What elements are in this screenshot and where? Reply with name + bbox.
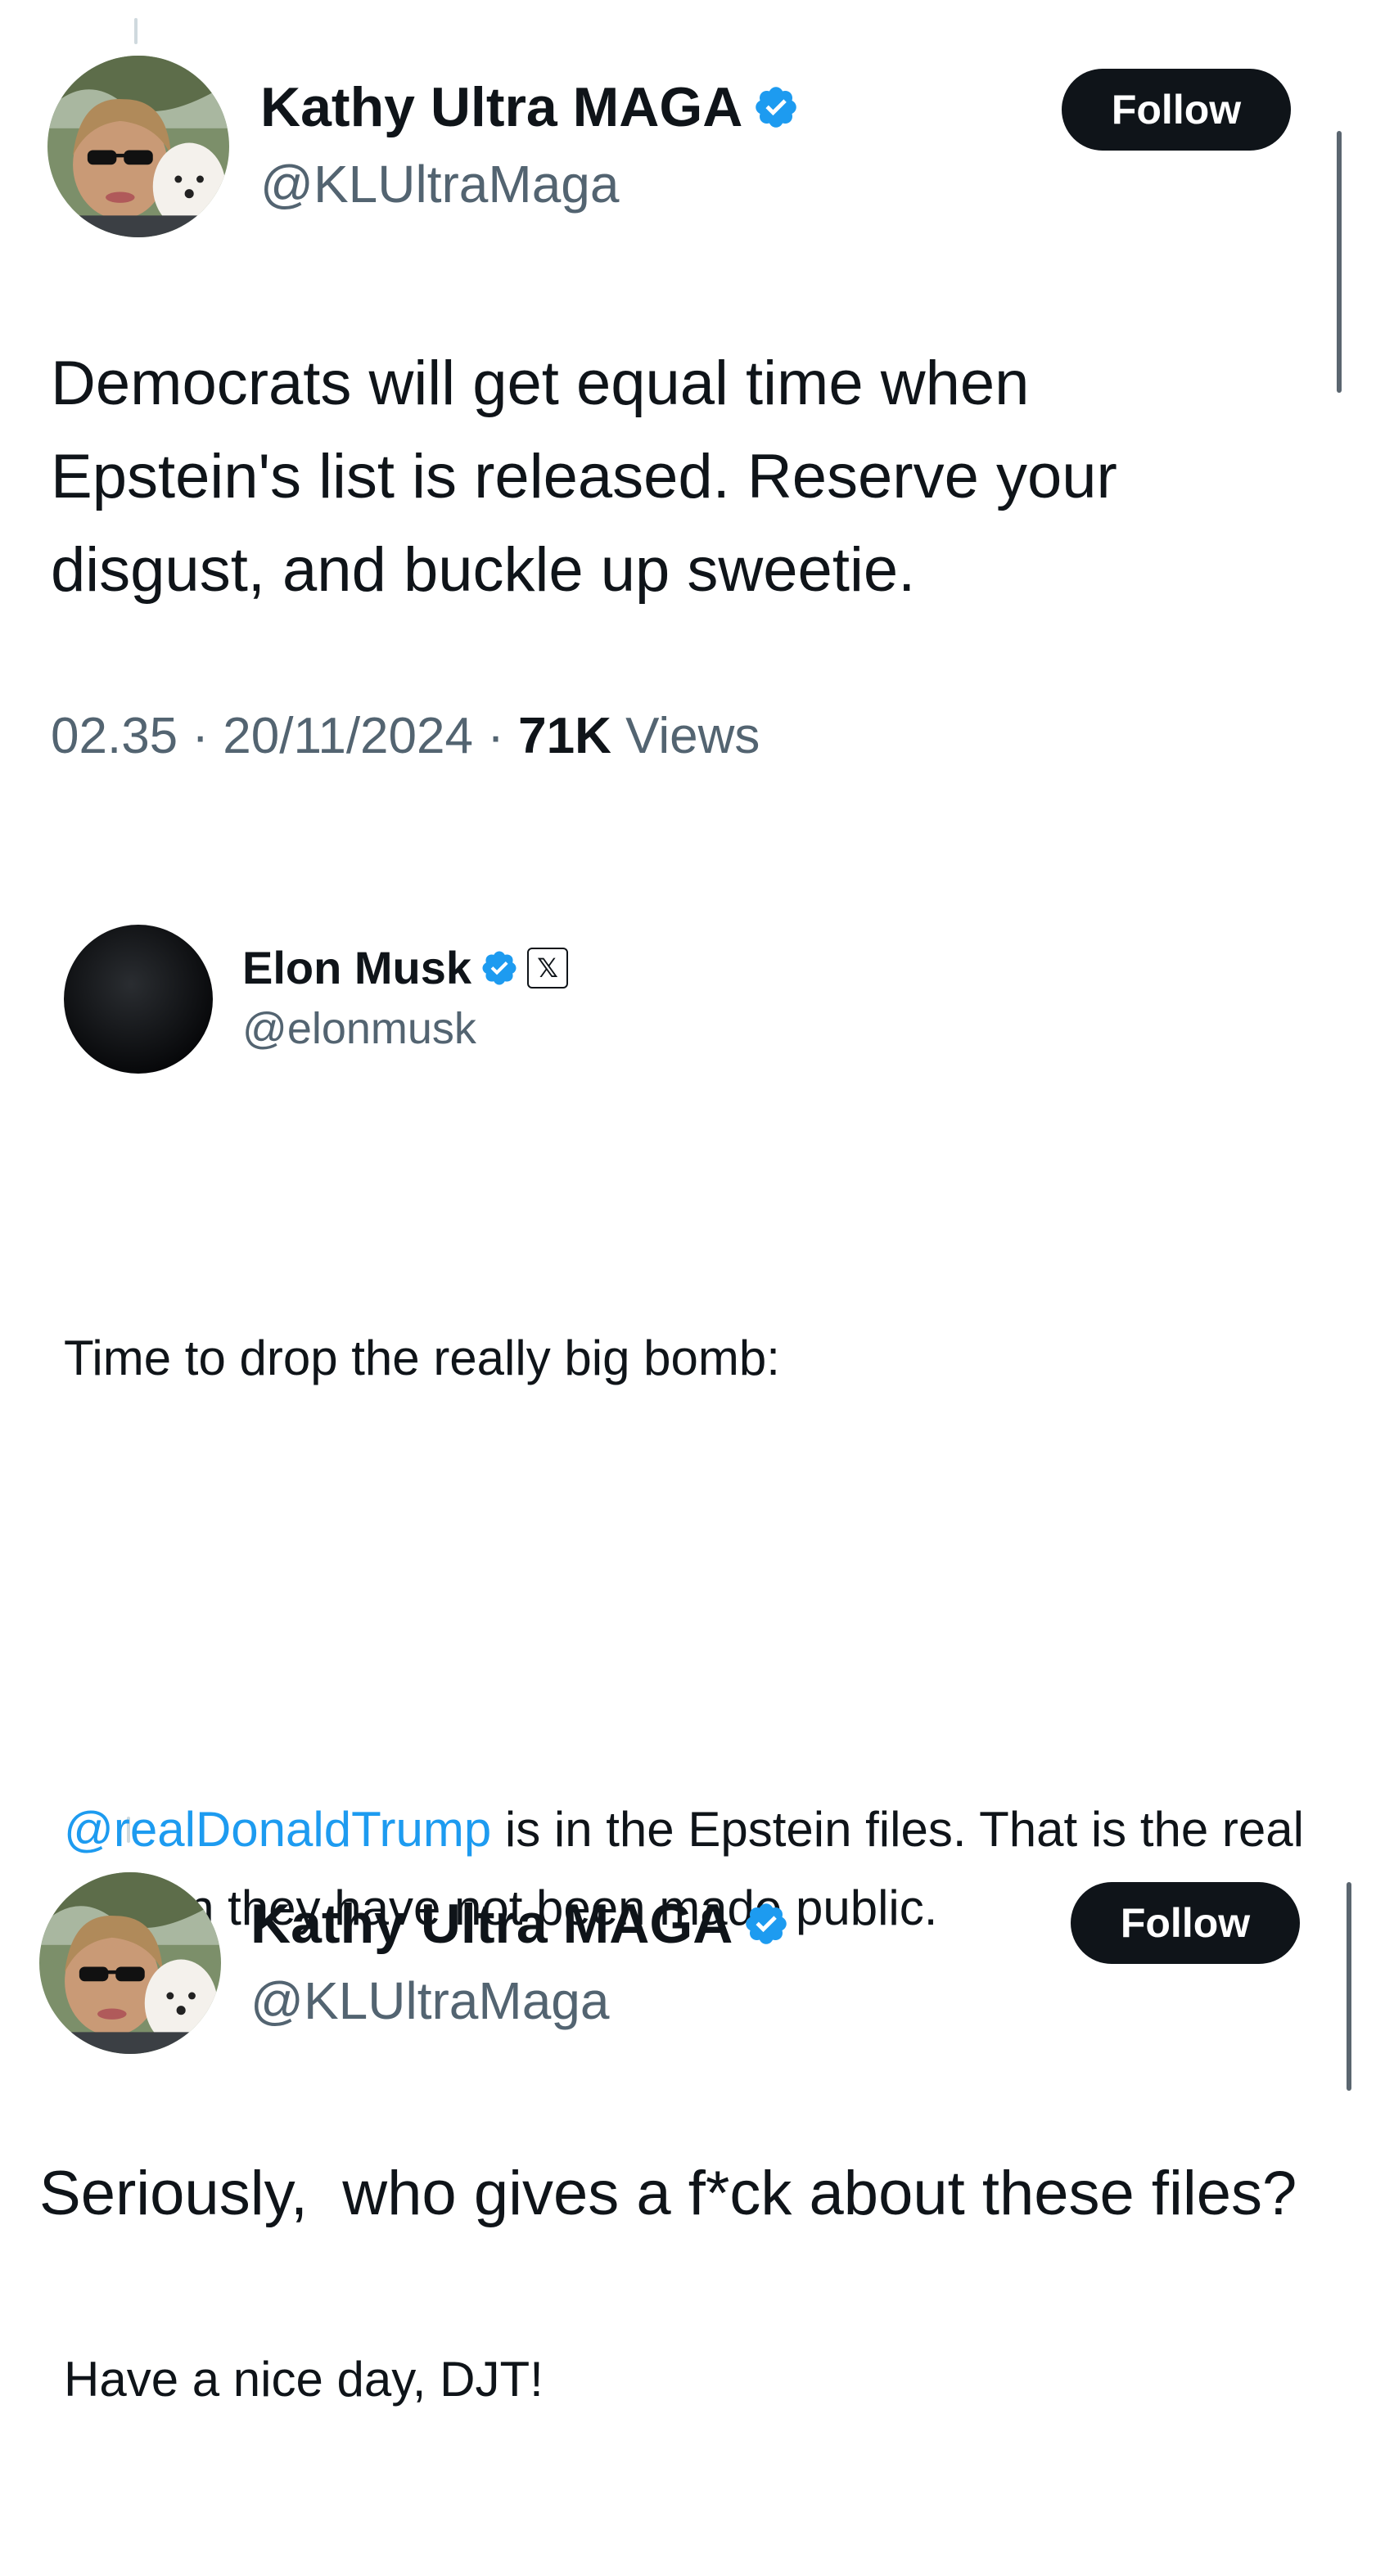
author-display-name[interactable]: Kathy Ultra MAGA xyxy=(250,1892,733,1956)
verified-badge-icon xyxy=(480,948,519,988)
author-name-row[interactable]: Kathy Ultra MAGA xyxy=(250,1892,790,1956)
tweet-1: Kathy Ultra MAGA @KLUltraMaga Follow Dem… xyxy=(0,0,1394,818)
tweet-meta: 02.35 · 20/11/2024 · 71K Views xyxy=(51,707,760,765)
embedded-line-1: Time to drop the really big bomb: xyxy=(64,1331,780,1385)
tweet-date[interactable]: 20/11/2024 xyxy=(223,708,473,764)
avatar[interactable] xyxy=(47,56,229,237)
embedded-avatar[interactable] xyxy=(64,925,213,1074)
follow-button[interactable]: Follow xyxy=(1071,1882,1300,1964)
tweet-2: Kathy Ultra MAGA @KLUltraMaga Follow Ser… xyxy=(0,1833,1394,2434)
views-label: Views xyxy=(625,708,760,764)
embedded-handle[interactable]: @elonmusk xyxy=(242,1003,476,1054)
tweet-time[interactable]: 02.35 xyxy=(51,708,178,764)
avatar-photo-icon xyxy=(47,56,229,237)
tweet-text: Seriously, who gives a f*ck about these … xyxy=(39,2159,1297,2228)
embedded-tweet[interactable]: Elon Musk 𝕏 @elonmusk Time to drop the r… xyxy=(0,900,1394,2407)
views-count: 71K xyxy=(518,708,611,764)
x-affiliate-badge-icon: 𝕏 xyxy=(527,947,569,989)
follow-button[interactable]: Follow xyxy=(1062,69,1291,151)
verified-badge-icon xyxy=(752,83,800,131)
meta-separator: · xyxy=(192,708,210,764)
author-handle[interactable]: @KLUltraMaga xyxy=(250,1970,609,2031)
avatar[interactable] xyxy=(39,1872,221,2054)
tweet-text: Democrats will get equal time when Epste… xyxy=(51,349,1135,605)
avatar-photo-icon xyxy=(39,1872,221,2054)
author-display-name[interactable]: Kathy Ultra MAGA xyxy=(260,75,742,139)
verified-badge-icon xyxy=(742,1900,790,1948)
embedded-display-name[interactable]: Elon Musk xyxy=(242,941,471,994)
author-name-row[interactable]: Kathy Ultra MAGA xyxy=(260,75,800,139)
embedded-avatar-photo-icon xyxy=(64,925,213,1074)
author-handle[interactable]: @KLUltraMaga xyxy=(260,154,619,214)
meta-separator: · xyxy=(487,708,504,764)
embedded-name-row[interactable]: Elon Musk 𝕏 xyxy=(242,941,569,994)
